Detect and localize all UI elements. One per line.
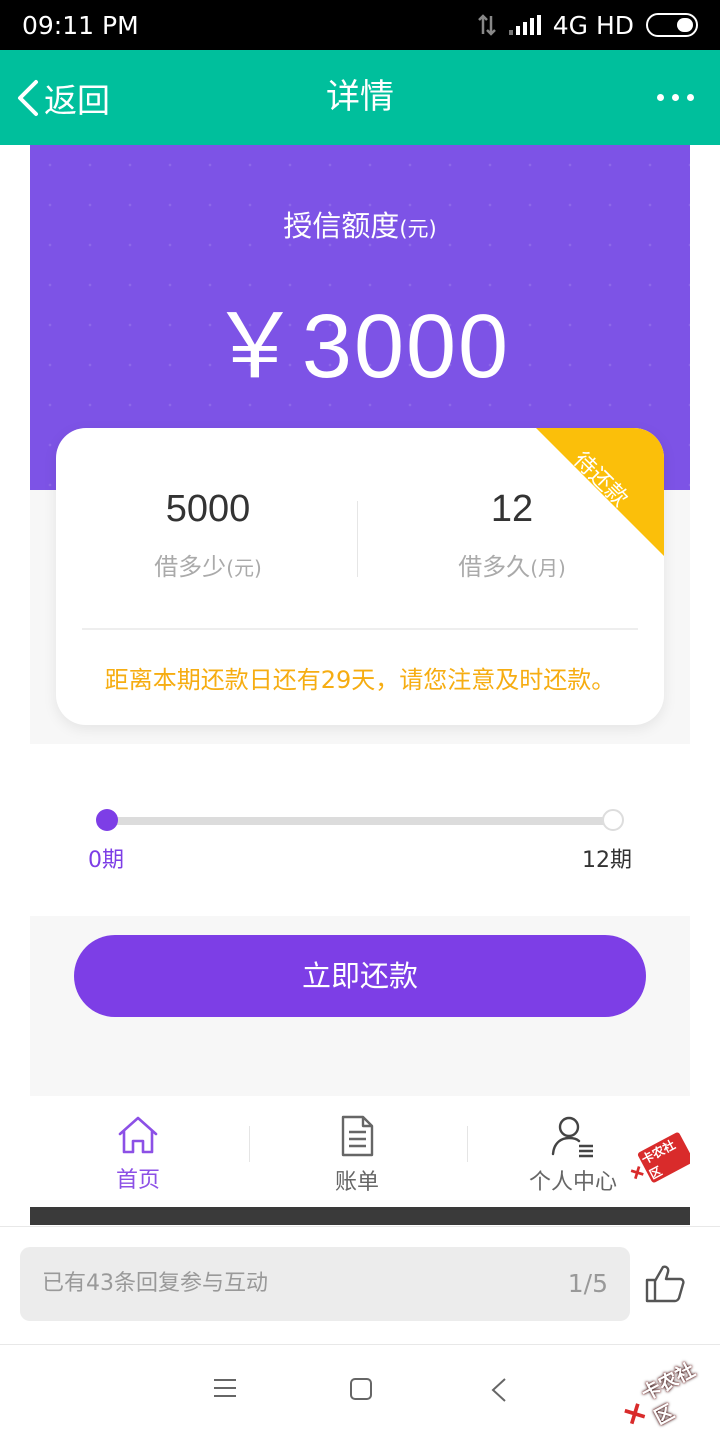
reply-placeholder: 已有43条回复参与互动: [42, 1271, 268, 1296]
page-indicator[interactable]: 1/5: [568, 1247, 608, 1321]
app-tab-bar: 首页 账单 个人中心 卡农社区: [30, 1096, 690, 1206]
progress-start-label: 0期: [88, 848, 124, 873]
progress-start-dot: [96, 809, 118, 831]
more-menu-icon[interactable]: [657, 50, 694, 145]
next-image-edge: [30, 1207, 690, 1225]
status-bar: 09:11 PM 4G HD: [0, 0, 720, 50]
repay-now-button[interactable]: 立即还款: [74, 935, 646, 1017]
home-icon: [118, 1116, 158, 1154]
network-label: 4G HD: [552, 10, 634, 40]
progress-end-dot: [602, 809, 624, 831]
card-divider: [82, 628, 638, 630]
data-transfer-icon: [477, 14, 496, 36]
repayment-notice: 距离本期还款日还有29天，请您注意及时还款。: [104, 666, 616, 694]
reply-bar: 已有43条回复参与互动 1/5: [0, 1226, 720, 1344]
system-nav-bar: 卡农社区: [0, 1344, 720, 1440]
tab-divider: [467, 1126, 468, 1162]
loan-amount-stat: 5000 借多少(元): [154, 488, 262, 581]
battery-icon: [646, 13, 698, 37]
page-title: 详情: [326, 77, 394, 117]
menu-icon[interactable]: [213, 1377, 237, 1399]
tab-bill[interactable]: 账单: [267, 1114, 447, 1196]
reply-input[interactable]: 已有43条回复参与互动 1/5: [20, 1247, 630, 1321]
tab-divider: [249, 1126, 250, 1162]
home-button-icon[interactable]: [349, 1377, 373, 1401]
loan-card: 待还款 5000 借多少(元) 12 借多久(月) 距离本期还款日还有29天，请…: [56, 428, 664, 725]
credit-limit-amount: ￥3000: [209, 297, 511, 397]
signal-icon: [508, 15, 541, 35]
tab-home[interactable]: 首页: [48, 1114, 228, 1194]
repayment-progress-bar: [106, 817, 614, 825]
bill-icon: [341, 1115, 374, 1157]
loan-term-stat: 12 借多久(月): [458, 488, 566, 581]
status-time: 09:11 PM: [22, 10, 139, 40]
post-image: 授信额度(元) ￥3000 待还款 5000 借多少(元) 12 借多久(月) …: [30, 145, 690, 1225]
stat-divider: [357, 501, 358, 577]
thumbs-up-icon[interactable]: [644, 1263, 686, 1303]
back-arrow-icon[interactable]: [490, 1377, 508, 1403]
user-center-icon: [551, 1116, 593, 1158]
nav-bar: 返回 详情: [0, 50, 720, 145]
progress-end-label: 12期: [582, 848, 632, 873]
status-icons: 4G HD: [477, 11, 698, 40]
watermark-logo: 卡农社区: [613, 1347, 720, 1440]
credit-limit-label: 授信额度(元): [283, 209, 437, 243]
